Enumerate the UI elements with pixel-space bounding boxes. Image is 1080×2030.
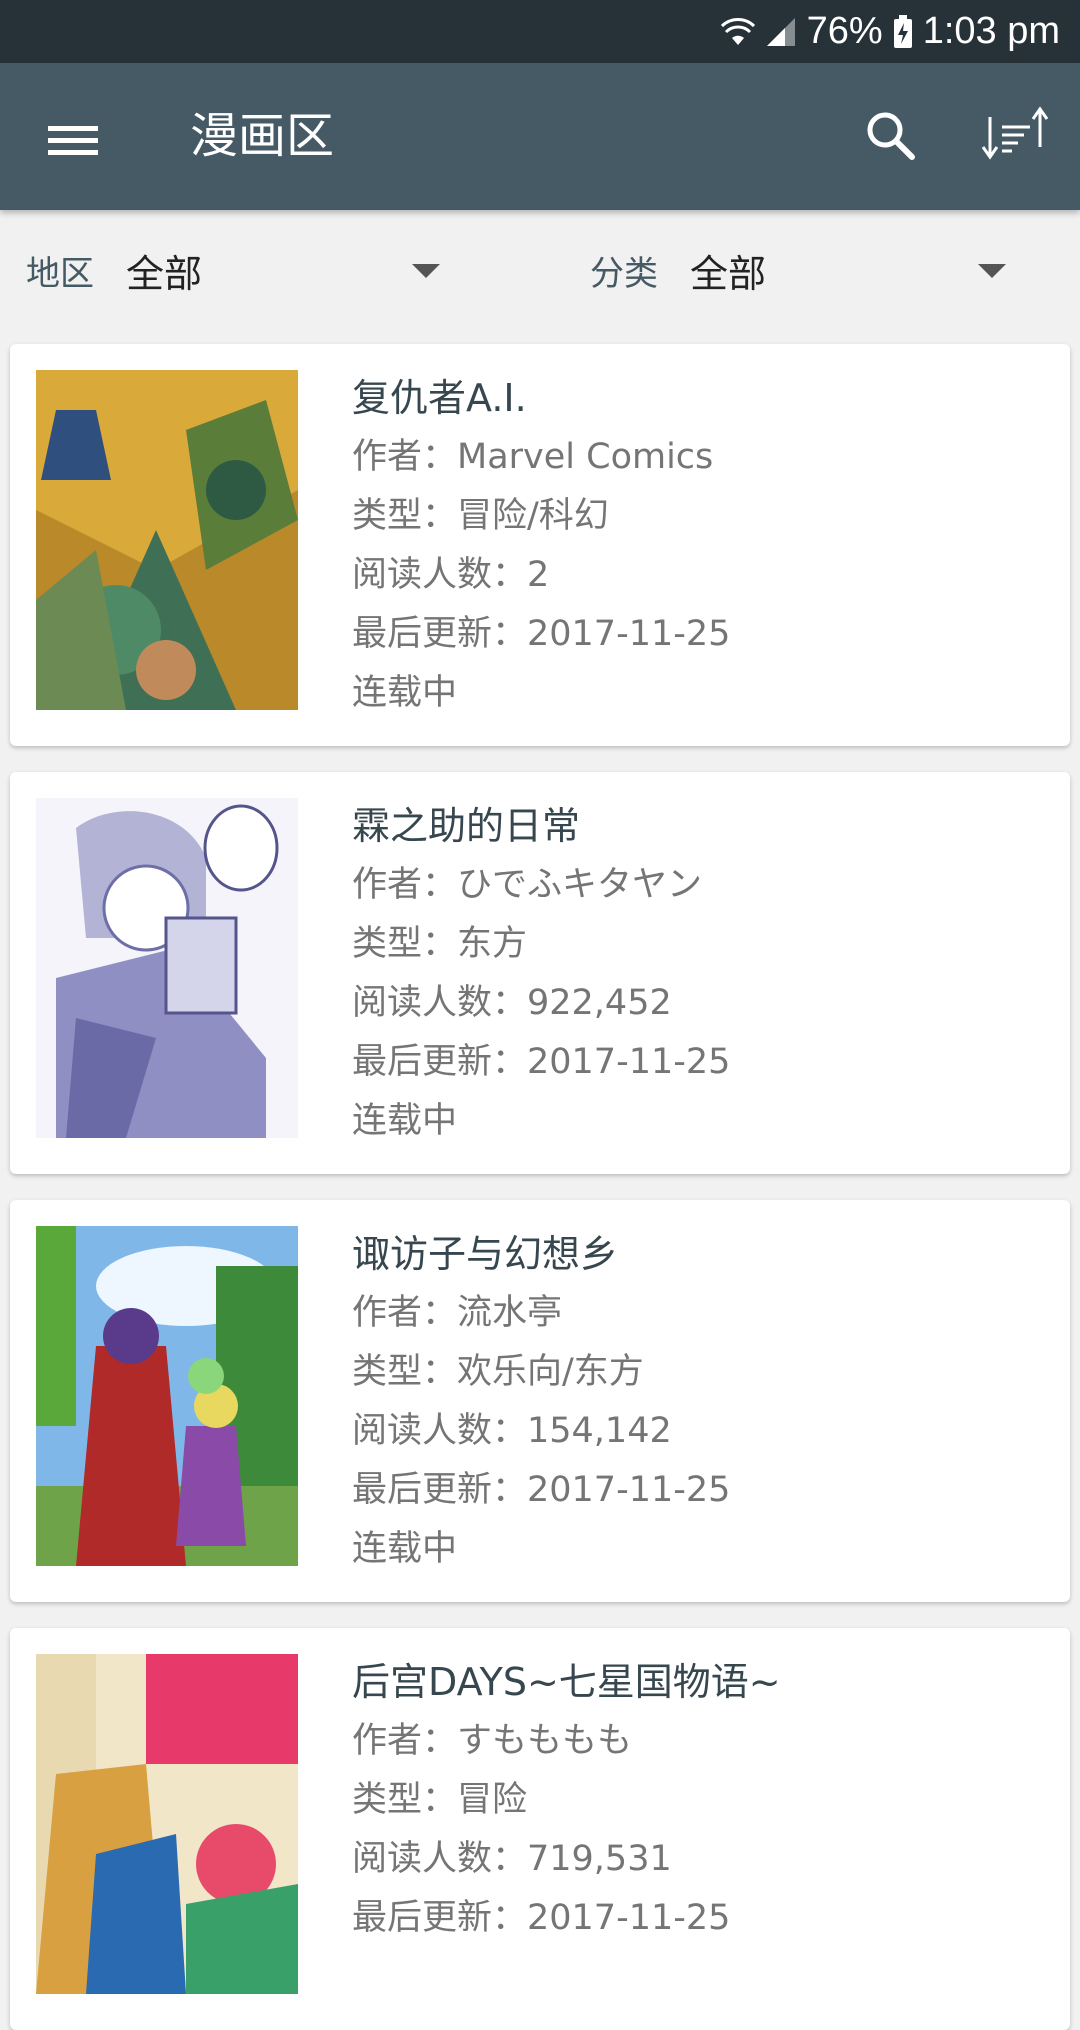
- clock: 1:03 pm: [922, 10, 1060, 52]
- comic-author: 作者：流水亭: [352, 1293, 563, 1333]
- battery-percent: 76%: [806, 10, 883, 52]
- category-filter[interactable]: 分类 全部: [590, 230, 1020, 310]
- dropdown-arrow-icon[interactable]: [978, 264, 1006, 278]
- comic-status: 连载中: [352, 1101, 458, 1141]
- comic-readers: 阅读人数：922,452: [352, 983, 672, 1023]
- comic-genre: 类型：冒险: [352, 1780, 528, 1820]
- comic-updated: 最后更新：2017-11-25: [352, 1898, 731, 1938]
- comic-updated: 最后更新：2017-11-25: [352, 1042, 731, 1082]
- sort-icon[interactable]: [980, 103, 1052, 173]
- region-filter-value[interactable]: 全部: [126, 243, 202, 298]
- comic-author: 作者：Marvel Comics: [352, 437, 714, 477]
- menu-icon[interactable]: [38, 105, 108, 175]
- search-icon[interactable]: [860, 105, 926, 171]
- region-filter[interactable]: 地区 全部: [26, 230, 446, 310]
- comic-card[interactable]: 霖之助的日常 作者：ひでふキタヤン 类型：东方 阅读人数：922,452 最后更…: [10, 772, 1070, 1174]
- comic-readers: 阅读人数：719,531: [352, 1839, 672, 1879]
- category-filter-value[interactable]: 全部: [690, 243, 766, 298]
- comic-card[interactable]: 复仇者A.I. 作者：Marvel Comics 类型：冒险/科幻 阅读人数：2…: [10, 344, 1070, 746]
- comic-readers: 阅读人数：154,142: [352, 1411, 672, 1451]
- battery-charging-icon: [893, 14, 913, 49]
- cell-signal-icon: [765, 16, 797, 48]
- comic-card[interactable]: 诹访子与幻想乡 作者：流水亭 类型：欢乐向/东方 阅读人数：154,142 最后…: [10, 1200, 1070, 1602]
- comic-author: 作者：ひでふキタヤン: [352, 865, 703, 905]
- comic-title: 诹访子与幻想乡: [352, 1232, 619, 1276]
- comic-title: 后宫DAYS~七星国物语~: [352, 1660, 781, 1704]
- comic-genre: 类型：东方: [352, 924, 528, 964]
- comic-genre: 类型：冒险/科幻: [352, 496, 609, 536]
- app-toolbar: 漫画区: [0, 63, 1080, 210]
- comic-cover-image[interactable]: [36, 370, 298, 710]
- comic-status: 连载中: [352, 1529, 458, 1569]
- wifi-icon: [720, 15, 755, 49]
- comic-title: 复仇者A.I.: [352, 376, 527, 420]
- comic-updated: 最后更新：2017-11-25: [352, 614, 731, 654]
- page-title: 漫画区: [190, 108, 335, 164]
- comic-cover-image[interactable]: [36, 798, 298, 1138]
- dropdown-arrow-icon[interactable]: [412, 264, 440, 278]
- comic-title: 霖之助的日常: [352, 804, 581, 848]
- comic-card[interactable]: 后宫DAYS~七星国物语~ 作者：すもももも 类型：冒险 阅读人数：719,53…: [10, 1628, 1070, 2030]
- comic-genre: 类型：欢乐向/东方: [352, 1352, 644, 1392]
- comic-author: 作者：すもももも: [352, 1721, 633, 1761]
- comic-cover-image[interactable]: [36, 1654, 298, 1994]
- comic-readers: 阅读人数：2: [352, 555, 550, 595]
- comic-status: 连载中: [352, 673, 458, 713]
- comic-cover-image[interactable]: [36, 1226, 298, 1566]
- region-filter-label: 地区: [26, 253, 94, 294]
- comic-updated: 最后更新：2017-11-25: [352, 1470, 731, 1510]
- category-filter-label: 分类: [590, 253, 658, 294]
- status-bar: 76% 1:03 pm: [0, 0, 1080, 63]
